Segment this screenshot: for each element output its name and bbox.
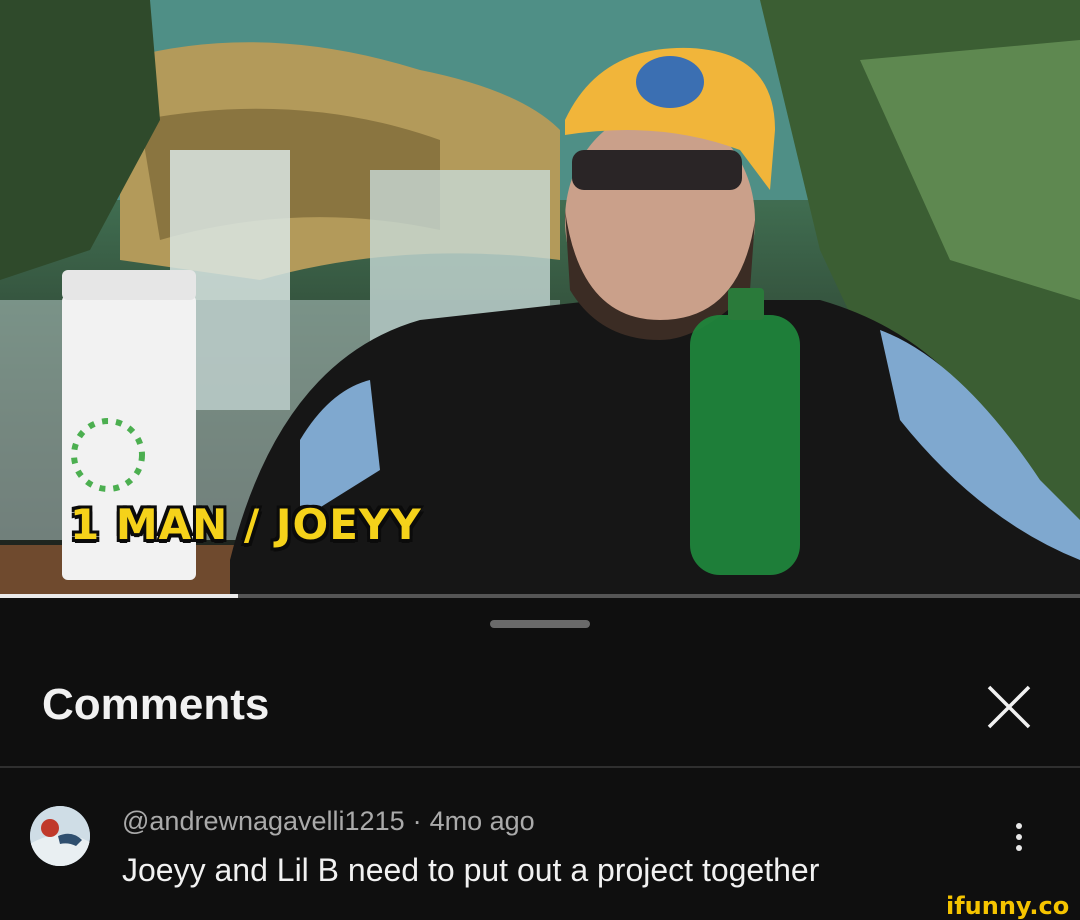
- more-vert-icon-dot: [1016, 845, 1022, 851]
- avatar[interactable]: [30, 806, 90, 866]
- video-caption-overlay: 1 MAN / JOEYY: [70, 500, 422, 549]
- watermark-logo: ifunny.co: [946, 892, 1070, 920]
- comment-author[interactable]: @andrewnagavelli1215: [122, 806, 405, 836]
- close-icon: [987, 685, 1031, 729]
- comments-sheet: Comments @andrewnagavelli1215 · 4mo ago Jo…: [0, 598, 1080, 920]
- meta-separator: ·: [412, 806, 422, 836]
- avatar-image: [30, 806, 90, 866]
- comment-more-button[interactable]: [1004, 818, 1034, 862]
- more-vert-icon-dot: [1016, 834, 1022, 840]
- close-button[interactable]: [984, 682, 1034, 732]
- header-divider: [0, 766, 1080, 768]
- comments-title: Comments: [42, 680, 270, 729]
- comment-time: 4mo ago: [429, 806, 535, 836]
- comment-meta: @andrewnagavelli1215 · 4mo ago: [122, 806, 535, 837]
- comment-text: Joeyy and Lil B need to put out a projec…: [122, 852, 820, 888]
- comment-item: @andrewnagavelli1215 · 4mo ago Joeyy and L…: [0, 798, 1080, 908]
- sheet-drag-handle[interactable]: [490, 620, 590, 628]
- more-vert-icon-dot: [1016, 823, 1022, 829]
- video-player[interactable]: 1 MAN / JOEYY: [0, 0, 1080, 598]
